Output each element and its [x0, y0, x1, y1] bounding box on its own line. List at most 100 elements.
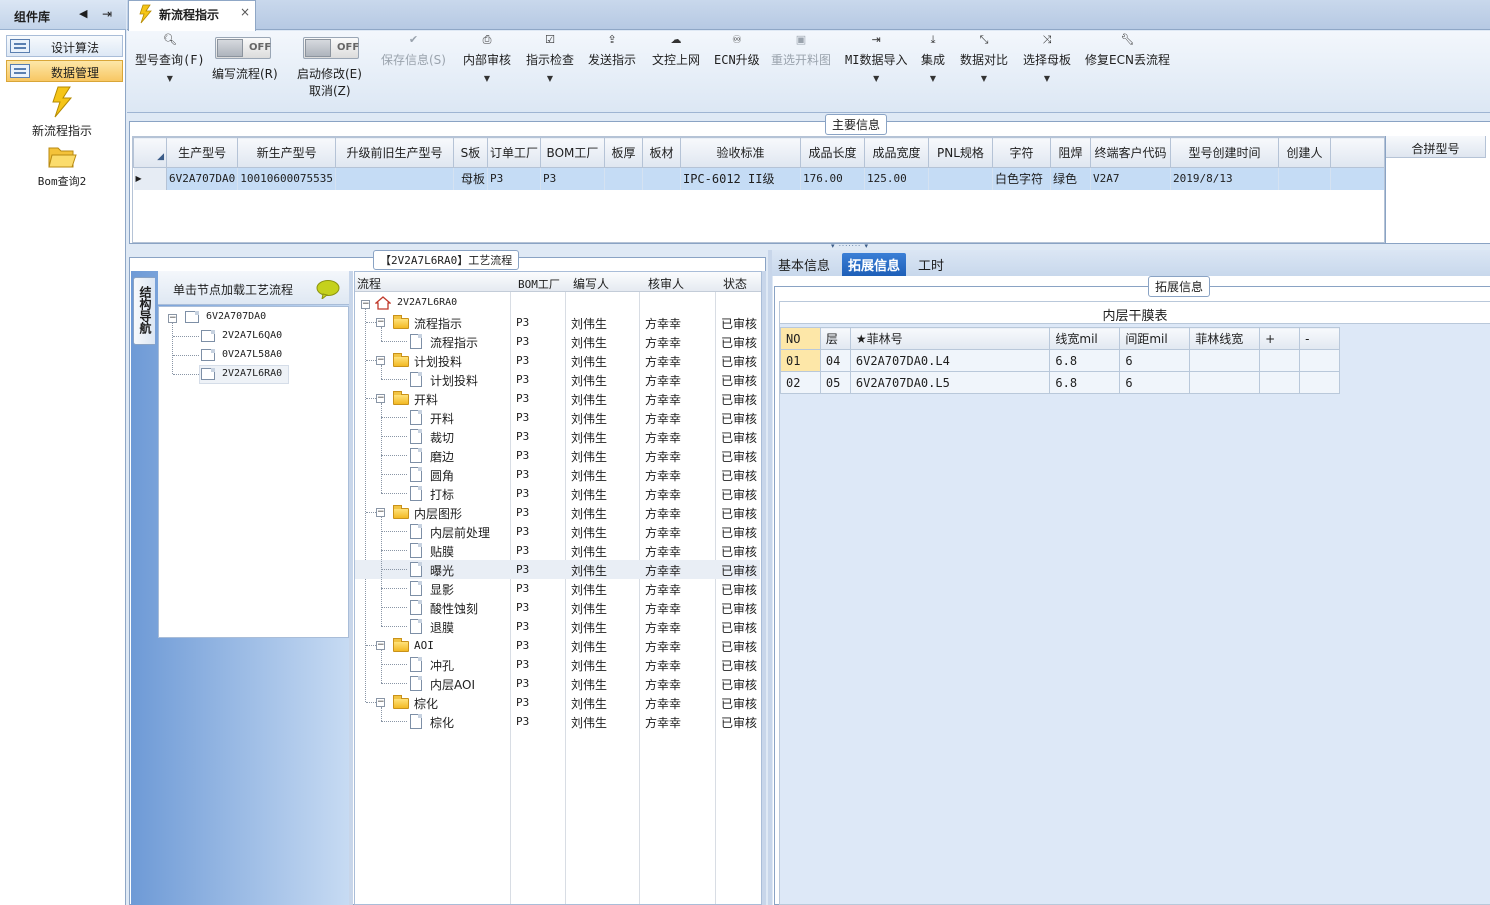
process-tree-row[interactable]: 冲孔 P3 刘伟生 方幸幸 已审核 [355, 655, 760, 674]
select-mother-board-button[interactable]: ⤨ 选择母板 ▼ [1023, 33, 1071, 83]
process-tree-row[interactable]: 酸性蚀刻 P3 刘伟生 方幸幸 已审核 [355, 598, 760, 617]
model-query-button[interactable]: 🔍︎ 型号查询(F) ▼ [135, 33, 205, 83]
chevron-down-icon[interactable]: ▼ [845, 74, 907, 83]
mi-data-import-button[interactable]: ⇥ MI数据导入 ▼ [845, 33, 907, 83]
film-cell[interactable]: 6 [1119, 349, 1191, 372]
process-tree-row[interactable]: − 棕化 P3 刘伟生 方幸幸 已审核 [355, 693, 760, 712]
film-cell[interactable]: 6.8 [1049, 371, 1121, 394]
collapse-icon[interactable]: − [168, 314, 177, 323]
main-col-header[interactable]: 成品长度 [799, 137, 865, 168]
film-col-header[interactable]: 层 [819, 327, 851, 350]
process-tree-row[interactable]: 贴膜 P3 刘伟生 方幸幸 已审核 [355, 541, 760, 560]
process-tree-row[interactable]: − 流程指示 P3 刘伟生 方幸幸 已审核 [355, 313, 760, 332]
save-info-button[interactable]: ✔ 保存信息(S) [381, 33, 446, 68]
horizontal-splitter-handle[interactable]: ▾ ······· ▾ [826, 243, 874, 250]
main-col-header[interactable]: 终端客户代码 [1089, 137, 1171, 168]
structure-child[interactable]: 2V2A7L6RA0 [222, 368, 282, 379]
process-tree-row[interactable]: − 开料 P3 刘伟生 方幸幸 已审核 [355, 389, 760, 408]
main-col-header[interactable]: 字符 [991, 137, 1051, 168]
collapse-icon[interactable]: − [376, 394, 385, 403]
table-row[interactable]: 01 04 6V2A707DA0.L4 6.8 6 [780, 349, 1340, 372]
process-tree-row[interactable]: 打标 P3 刘伟生 方幸幸 已审核 [355, 484, 760, 503]
new-process-launcher[interactable]: 新流程指示 [30, 86, 94, 139]
structure-nav-side-tab[interactable]: 结构导航 [133, 277, 155, 345]
main-col-header[interactable]: 阻焊 [1049, 137, 1091, 168]
collapse-icon[interactable]: − [376, 641, 385, 650]
main-col-header[interactable]: 生产型号 [165, 137, 239, 168]
table-cell[interactable]: 176.00 [800, 167, 865, 190]
tab-new-process[interactable]: 新流程指示 × [128, 0, 256, 31]
table-cell[interactable] [604, 167, 643, 190]
remove-row-button[interactable]: - [1299, 327, 1340, 350]
chevron-down-icon[interactable]: ▼ [921, 74, 945, 83]
table-cell[interactable]: 母板 [453, 167, 488, 190]
table-cell[interactable] [642, 167, 681, 190]
collapse-icon[interactable]: − [376, 356, 385, 365]
table-cell[interactable] [1278, 167, 1331, 190]
structure-root[interactable]: 6V2A707DA0 [206, 311, 266, 322]
col-header[interactable]: 核审人 [648, 275, 684, 292]
chevron-down-icon[interactable]: ▼ [960, 74, 1008, 83]
process-tree-row[interactable]: 计划投料 P3 刘伟生 方幸幸 已审核 [355, 370, 760, 389]
table-row[interactable]: ▶ 6V2A707DA0 10010600075535 母板 P3 P3 IPC-6012 … [133, 167, 1384, 190]
film-cell[interactable] [1259, 349, 1301, 372]
process-root[interactable]: 2V2A7L6RA0 [397, 297, 457, 308]
process-tree-row[interactable]: 圆角 P3 刘伟生 方幸幸 已审核 [355, 465, 760, 484]
internal-review-button[interactable]: ⎙ 内部审核 ▼ [463, 33, 511, 83]
table-cell[interactable] [928, 167, 993, 190]
film-cell[interactable]: 6V2A707DA0.L4 [849, 349, 1051, 372]
chevron-down-icon[interactable]: ▼ [1023, 74, 1071, 83]
film-cell[interactable]: 02 [780, 371, 821, 394]
write-process-toggle[interactable]: OFF [215, 37, 271, 59]
main-col-header[interactable]: 升级前旧生产型号 [334, 137, 454, 168]
process-tree-row[interactable]: 曝光 P3 刘伟生 方幸幸 已审核 [355, 560, 760, 579]
bom-query-launcher[interactable]: Bom查询2 [30, 144, 94, 189]
process-tree-row[interactable]: 内层前处理 P3 刘伟生 方幸幸 已审核 [355, 522, 760, 541]
main-col-header[interactable]: PNL规格 [927, 137, 993, 168]
pin-icon[interactable]: ⇥ [102, 7, 112, 21]
process-tree-row[interactable]: − AOI P3 刘伟生 方幸幸 已审核 [355, 636, 760, 655]
repair-ecn-process-button[interactable]: 🔧︎ 修复ECN丢流程 [1085, 33, 1170, 68]
table-cell[interactable]: IPC-6012 II级 [680, 167, 801, 190]
structure-child[interactable]: 2V2A7L6QA0 [222, 330, 282, 341]
film-cell[interactable]: 6 [1119, 371, 1191, 394]
table-cell[interactable]: 白色字符 [992, 167, 1051, 190]
table-row[interactable]: 02 05 6V2A707DA0.L5 6.8 6 [780, 371, 1340, 394]
vertical-splitter[interactable] [349, 271, 353, 905]
ecn-upgrade-button[interactable]: ♾ ECN升级 [714, 33, 760, 68]
table-cell[interactable]: 2019/8/13 [1170, 167, 1279, 190]
film-cell[interactable] [1299, 371, 1340, 394]
main-col-header[interactable]: 验收标准 [679, 137, 801, 168]
table-cell[interactable]: P3 [487, 167, 541, 190]
film-col-header[interactable]: ★菲林号 [849, 327, 1051, 350]
main-col-header[interactable]: BOM工厂 [539, 137, 605, 168]
table-cell[interactable]: V2A7 [1090, 167, 1171, 190]
instruction-check-button[interactable]: ☑ 指示检查 ▼ [526, 33, 574, 83]
table-cell[interactable]: P3 [540, 167, 605, 190]
film-cell[interactable]: 04 [819, 349, 851, 372]
cancel-modify-button[interactable]: 取消(Z) [309, 82, 351, 99]
row-pointer-icon[interactable]: ▶ [133, 167, 167, 190]
nav-item-design-algorithm[interactable]: 设计算法 [6, 35, 123, 57]
main-col-header[interactable]: 板厚 [603, 137, 643, 168]
film-cell[interactable] [1189, 349, 1261, 372]
tab-work-hours[interactable]: 工时 [912, 253, 950, 276]
table-cell[interactable]: 绿色 [1050, 167, 1091, 190]
collapse-icon[interactable]: − [376, 698, 385, 707]
col-header[interactable]: BOM工厂 [518, 276, 560, 292]
vertical-splitter[interactable] [768, 250, 772, 905]
film-col-header[interactable]: 线宽mil [1049, 327, 1121, 350]
process-tree-row[interactable]: 磨边 P3 刘伟生 方幸幸 已审核 [355, 446, 760, 465]
structure-child[interactable]: 0V2A7L58A0 [222, 349, 282, 360]
film-cell[interactable]: 05 [819, 371, 851, 394]
chevron-down-icon[interactable]: ▼ [463, 74, 511, 83]
col-header[interactable]: 状态 [723, 275, 747, 292]
main-col-header[interactable]: 订单工厂 [486, 137, 541, 168]
table-cell[interactable] [335, 167, 454, 190]
row-header-corner[interactable]: ◢ [133, 137, 167, 168]
main-col-header[interactable]: 成品宽度 [863, 137, 929, 168]
film-cell[interactable] [1259, 371, 1301, 394]
collapse-icon[interactable]: − [376, 508, 385, 517]
col-header[interactable]: 编写人 [573, 275, 609, 292]
process-tree-row[interactable]: 内层AOI P3 刘伟生 方幸幸 已审核 [355, 674, 760, 693]
